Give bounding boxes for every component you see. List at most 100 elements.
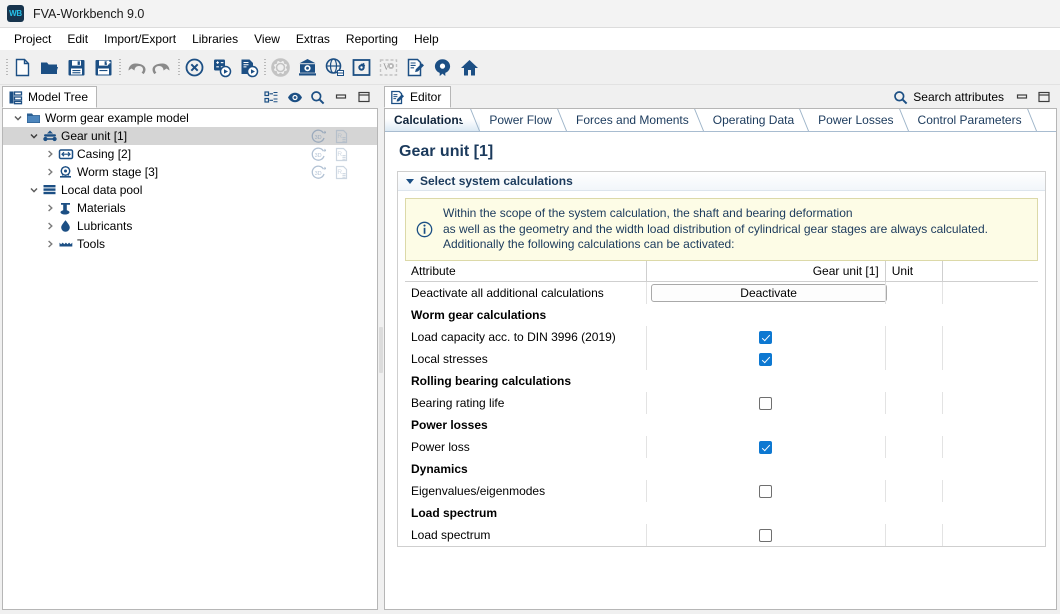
tree-item-casing-2[interactable]: Casing [2] 3D R xyxy=(3,145,377,163)
chevron-right-icon[interactable] xyxy=(43,167,57,177)
tree-item-tools[interactable]: Tools xyxy=(3,235,377,253)
maximize-icon[interactable] xyxy=(355,89,372,106)
folder-icon xyxy=(25,111,42,125)
table-group-power-losses: Power losses xyxy=(405,414,1038,436)
view-3d-icon[interactable]: 3D xyxy=(311,147,326,162)
save-as-icon[interactable] xyxy=(90,54,117,81)
menu-item-libraries[interactable]: Libraries xyxy=(184,30,246,48)
search-icon[interactable] xyxy=(309,89,326,106)
tree-item-materials[interactable]: Materials xyxy=(3,199,377,217)
minimize-icon[interactable] xyxy=(1013,89,1030,106)
column-header-extra[interactable] xyxy=(943,261,1038,282)
menu-item-view[interactable]: View xyxy=(246,30,288,48)
report-icon[interactable]: R xyxy=(334,129,349,144)
undo-icon[interactable] xyxy=(122,54,149,81)
save-icon[interactable] xyxy=(63,54,90,81)
settings-window-icon[interactable] xyxy=(348,54,375,81)
tree-item-local-data-pool[interactable]: Local data pool xyxy=(3,181,377,199)
link-tree-icon[interactable] xyxy=(263,89,280,106)
maximize-icon[interactable] xyxy=(1035,89,1052,106)
unit-cell xyxy=(885,392,942,414)
view-3d-icon[interactable]: 3D xyxy=(311,165,326,180)
calculate-icon[interactable] xyxy=(208,54,235,81)
tab-editor[interactable]: Editor xyxy=(384,86,451,108)
menu-item-help[interactable]: Help xyxy=(406,30,447,48)
preferences-icon[interactable] xyxy=(429,54,456,81)
table-row-bearing-rating-life[interactable]: Bearing rating life xyxy=(405,392,1038,414)
table-row-load-capacity-din-3996[interactable]: Load capacity acc. to DIN 3996 (2019) xyxy=(405,326,1038,348)
table-row-load-spectrum[interactable]: Load spectrum xyxy=(405,524,1038,546)
menu-item-reporting[interactable]: Reporting xyxy=(338,30,406,48)
chevron-down-icon[interactable] xyxy=(11,113,25,123)
checkbox-load-spectrum[interactable] xyxy=(759,529,772,542)
value-cell xyxy=(646,392,885,414)
table-row-power-loss[interactable]: Power loss xyxy=(405,436,1038,458)
info-box: Within the scope of the system calculati… xyxy=(405,198,1038,261)
checkbox-local-stresses[interactable] xyxy=(759,353,772,366)
table-row-local-stresses[interactable]: Local stresses xyxy=(405,348,1038,370)
open-folder-icon[interactable] xyxy=(36,54,63,81)
chevron-down-icon[interactable] xyxy=(406,179,414,184)
section-header[interactable]: Select system calculations xyxy=(398,172,1045,191)
table-group-rolling-bearing-calculations: Rolling bearing calculations xyxy=(405,370,1038,392)
tree-item-worm-gear-example-model[interactable]: Worm gear example model xyxy=(3,109,377,127)
attribute-label: Local stresses xyxy=(405,348,646,370)
report-icon[interactable]: R xyxy=(334,165,349,180)
bearing-icon[interactable] xyxy=(267,54,294,81)
minimize-icon[interactable] xyxy=(332,89,349,106)
menu-item-import-export[interactable]: Import/Export xyxy=(96,30,184,48)
chevron-right-icon[interactable] xyxy=(43,203,57,213)
report-run-icon[interactable] xyxy=(235,54,262,81)
view-3d-icon[interactable]: 3D xyxy=(311,129,326,144)
menu-item-project[interactable]: Project xyxy=(6,30,59,48)
unit-cell xyxy=(885,436,942,458)
column-header-gear-unit[interactable]: Gear unit [1] xyxy=(646,261,885,282)
chevron-right-icon[interactable] xyxy=(43,221,57,231)
tree-item-worm-stage-3[interactable]: Worm stage [3] 3D R xyxy=(3,163,377,181)
info-line-2: as well as the geometry and the width lo… xyxy=(443,222,988,236)
variation-icon[interactable]: V xyxy=(375,54,402,81)
tree-item-label: Worm stage [3] xyxy=(77,165,158,179)
table-row-deactivate-all[interactable]: Deactivate all additional calculations D… xyxy=(405,282,1038,304)
web-services-icon[interactable] xyxy=(321,54,348,81)
new-file-icon[interactable] xyxy=(9,54,36,81)
tab-forces-and-moments[interactable]: Forces and Moments xyxy=(567,109,704,131)
chevron-right-icon[interactable] xyxy=(43,149,57,159)
report-icon[interactable]: R xyxy=(334,147,349,162)
tab-power-flow[interactable]: Power Flow xyxy=(480,109,567,131)
menu-item-edit[interactable]: Edit xyxy=(59,30,96,48)
redo-icon[interactable] xyxy=(149,54,176,81)
tab-control-parameters[interactable]: Control Parameters xyxy=(909,109,1037,131)
cancel-calculation-icon[interactable] xyxy=(181,54,208,81)
institute-icon[interactable] xyxy=(294,54,321,81)
title-bar: WB FVA-Workbench 9.0 xyxy=(0,0,1060,28)
search-icon xyxy=(893,90,908,105)
checkbox-eigenvalues-eigenmodes[interactable] xyxy=(759,485,772,498)
home-icon[interactable] xyxy=(456,54,483,81)
tab-model-tree[interactable]: Model Tree xyxy=(2,86,97,108)
column-header-attribute[interactable]: Attribute xyxy=(405,261,646,282)
chevron-right-icon[interactable] xyxy=(43,239,57,249)
lubricants-icon xyxy=(57,219,74,233)
eye-icon[interactable] xyxy=(286,89,303,106)
tree-item-label: Worm gear example model xyxy=(45,111,189,125)
chevron-down-icon[interactable] xyxy=(27,131,41,141)
tab-power-losses-label: Power Losses xyxy=(818,113,893,127)
column-header-unit[interactable]: Unit xyxy=(885,261,942,282)
checkbox-load-capacity-din-3996[interactable] xyxy=(759,331,772,344)
checkbox-power-loss[interactable] xyxy=(759,441,772,454)
edit-report-icon[interactable] xyxy=(402,54,429,81)
tab-operating-data[interactable]: Operating Data xyxy=(704,109,809,131)
deactivate-button[interactable]: Deactivate xyxy=(651,284,887,302)
menu-item-extras[interactable]: Extras xyxy=(288,30,338,48)
checkbox-bearing-rating-life[interactable] xyxy=(759,397,772,410)
search-attributes-button[interactable]: Search attributes xyxy=(893,90,1004,105)
model-tree[interactable]: Worm gear example model xyxy=(2,109,378,610)
tree-item-gear-unit-1[interactable]: Gear unit [1] 3D R xyxy=(3,127,377,145)
tree-item-lubricants[interactable]: Lubricants xyxy=(3,217,377,235)
data-pool-icon xyxy=(41,183,58,197)
tab-calculations[interactable]: Calculations xyxy=(385,109,480,131)
tab-power-losses[interactable]: Power Losses xyxy=(809,109,908,131)
chevron-down-icon[interactable] xyxy=(27,185,41,195)
table-row-eigenvalues-eigenmodes[interactable]: Eigenvalues/eigenmodes xyxy=(405,480,1038,502)
